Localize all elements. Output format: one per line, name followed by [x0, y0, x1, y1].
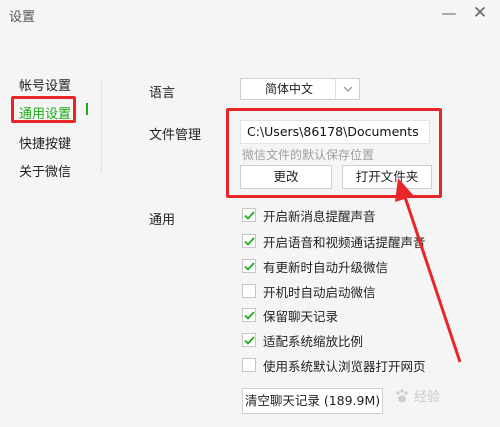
watermark-text: 经验 [414, 390, 441, 405]
watermark: 经验 [394, 386, 440, 405]
annotation-arrow [395, 178, 462, 363]
paw-logo-icon [396, 388, 408, 402]
